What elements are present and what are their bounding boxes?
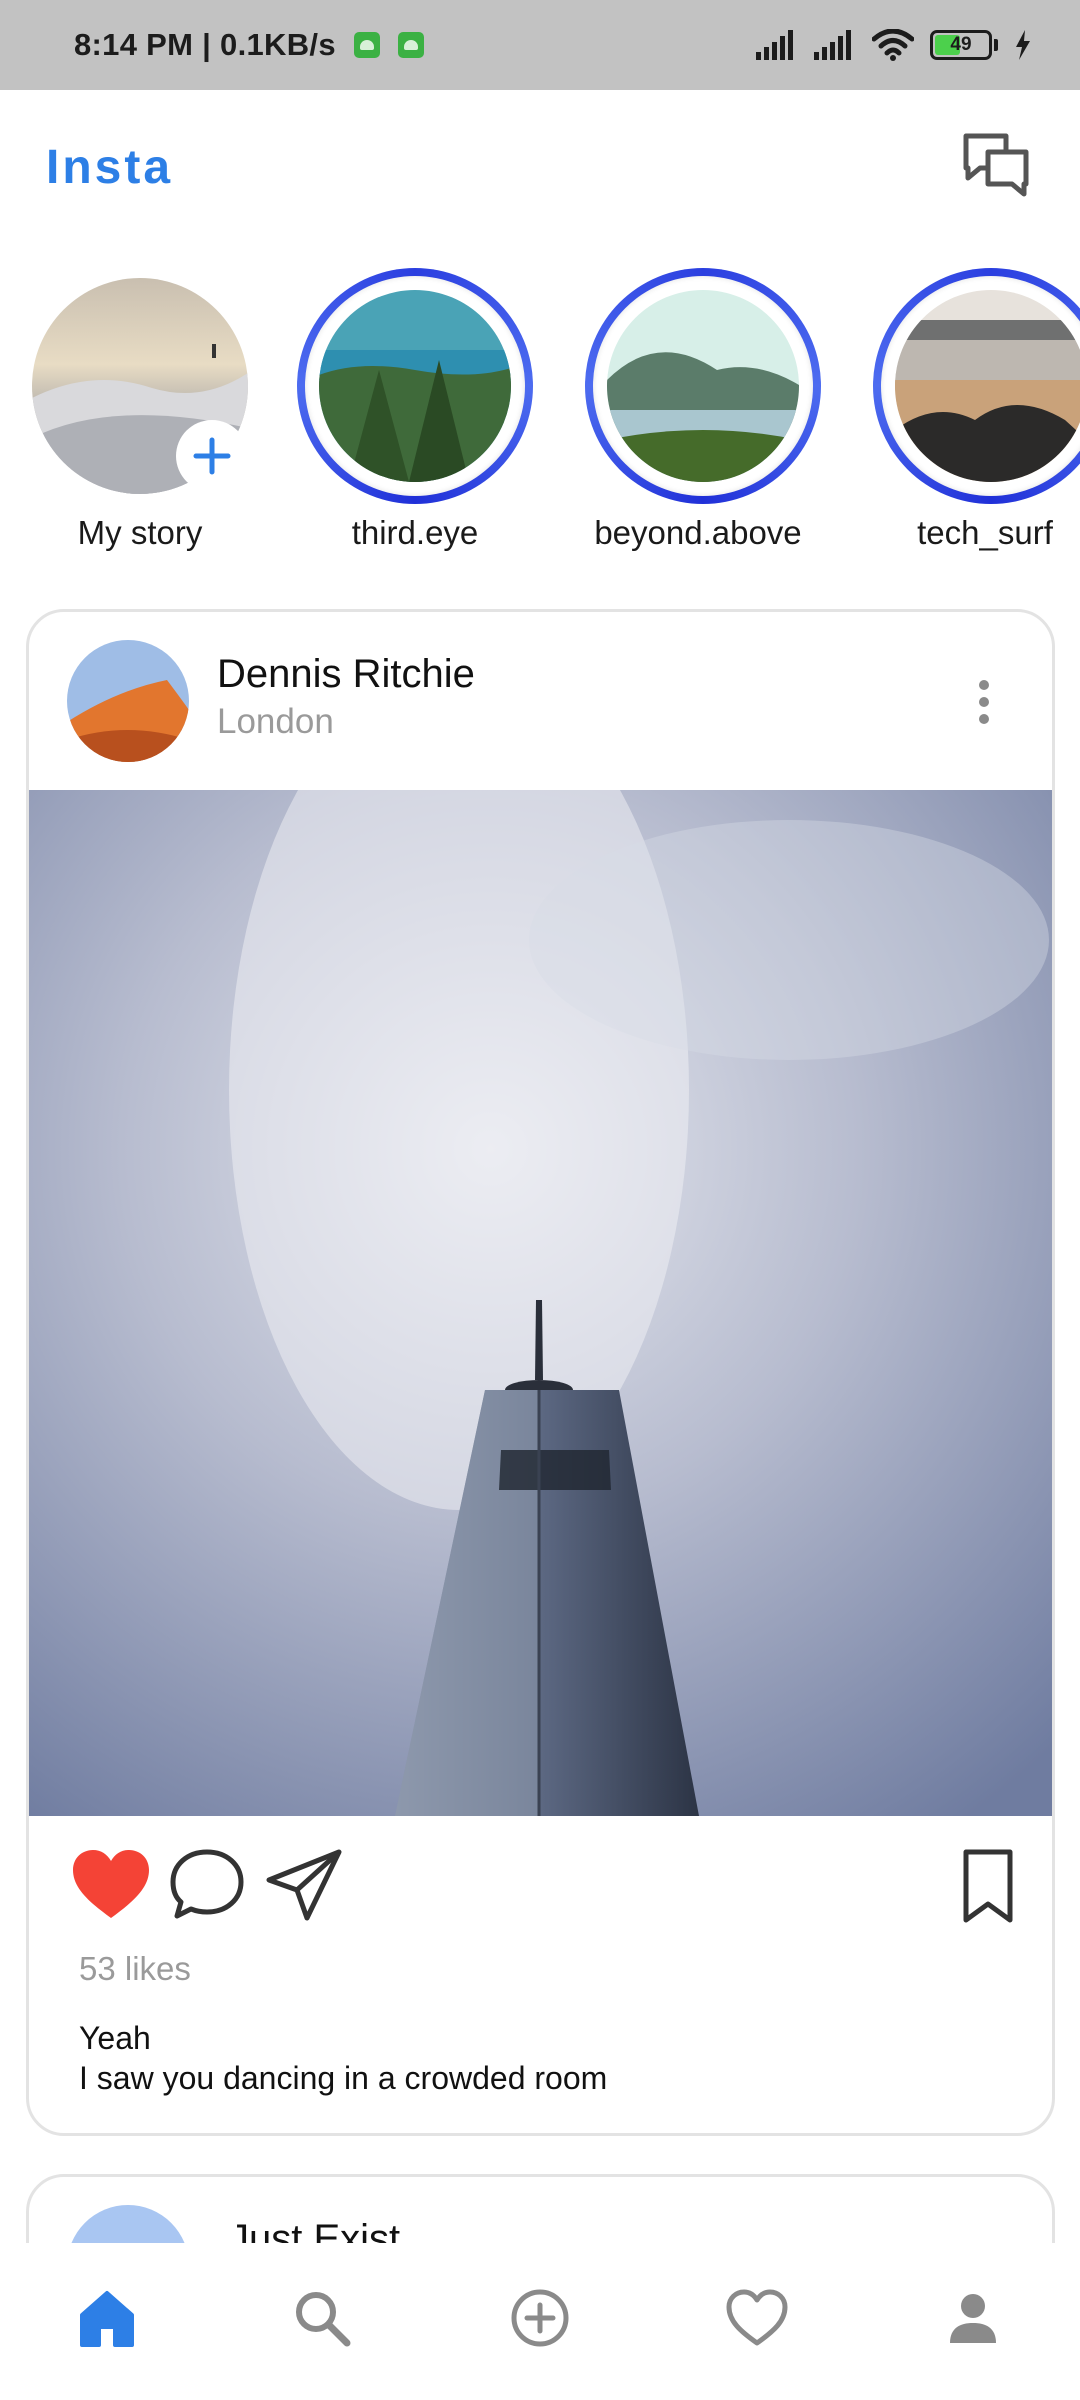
likes-count[interactable]: 53 likes (79, 1950, 191, 1988)
comment-bubble-icon (170, 1849, 244, 1919)
story-label: tech_surf (917, 514, 1053, 551)
app-screen: 8:14 PM | 0.1KB/s 49 Insta My story thir… (0, 0, 1080, 2400)
comment-button[interactable] (165, 1844, 249, 1928)
post-author[interactable]: Dennis Ritchie (217, 652, 475, 697)
app-header: Insta (0, 90, 1080, 250)
stories-row: My story third.eye beyond.above tech_sur… (0, 262, 1080, 562)
chat-bubbles-icon (963, 133, 1029, 197)
nav-create[interactable] (505, 2283, 575, 2353)
story-label: My story (77, 514, 203, 551)
android-notification-icon (397, 32, 424, 58)
story-ring (873, 268, 1080, 504)
wifi-icon (872, 29, 914, 61)
story-image (607, 290, 799, 482)
nav-search[interactable] (287, 2283, 357, 2353)
messages-button[interactable] (960, 130, 1032, 202)
like-button[interactable] (69, 1844, 153, 1928)
add-circle-icon (511, 2289, 569, 2347)
avatar[interactable] (67, 640, 189, 762)
home-icon (80, 2291, 134, 2347)
post-card: Dennis Ritchie London 53 likes Yeah I sa… (26, 609, 1055, 2136)
android-notification-icon (353, 32, 380, 58)
status-bar: 8:14 PM | 0.1KB/s 49 (0, 0, 1080, 90)
charging-bolt-icon (1016, 30, 1030, 60)
bottom-navigation (0, 2243, 1080, 2400)
more-vertical-icon (979, 680, 989, 724)
plus-icon (193, 437, 231, 475)
paper-plane-icon (266, 1849, 342, 1921)
story-ring (585, 268, 821, 504)
save-button[interactable] (946, 1844, 1030, 1928)
post-options-button[interactable] (969, 672, 999, 732)
post-location[interactable]: London (217, 702, 334, 742)
status-icons: 49 (756, 29, 1032, 61)
story-tech-surf[interactable]: tech_surf (846, 262, 1080, 562)
bookmark-icon (963, 1849, 1013, 1923)
app-title: Insta (46, 141, 174, 194)
story-label: third.eye (351, 514, 479, 551)
nav-home[interactable] (72, 2283, 142, 2353)
battery-icon: 49 (930, 30, 992, 60)
signal-icon (756, 30, 793, 60)
post-caption-line: Yeah (79, 2020, 151, 2056)
story-ring (297, 268, 533, 504)
battery-indicator: 49 (930, 30, 998, 60)
post-caption-line: I saw you dancing in a crowded room (79, 2060, 608, 2096)
battery-percent: 49 (950, 34, 972, 55)
heart-filled-icon (73, 1850, 149, 1918)
share-button[interactable] (263, 1844, 347, 1928)
nav-activity[interactable] (722, 2283, 792, 2353)
profile-icon (950, 2294, 996, 2343)
heart-outline-icon (726, 2289, 788, 2346)
status-time: 8:14 PM | 0.1KB/s (74, 27, 336, 62)
search-icon (296, 2292, 351, 2347)
story-image (319, 290, 511, 482)
story-label: beyond.above (594, 514, 802, 551)
post-header: Dennis Ritchie London (29, 612, 1052, 790)
add-story-button[interactable] (176, 420, 248, 492)
story-image (895, 290, 1080, 482)
story-my-story[interactable]: My story (0, 262, 260, 562)
post-actions (29, 1834, 1052, 1944)
story-beyond-above[interactable]: beyond.above (558, 262, 821, 562)
post-image[interactable] (29, 790, 1052, 1816)
nav-profile[interactable] (938, 2283, 1008, 2353)
story-third-eye[interactable]: third.eye (270, 262, 533, 562)
signal-icon (814, 30, 851, 60)
